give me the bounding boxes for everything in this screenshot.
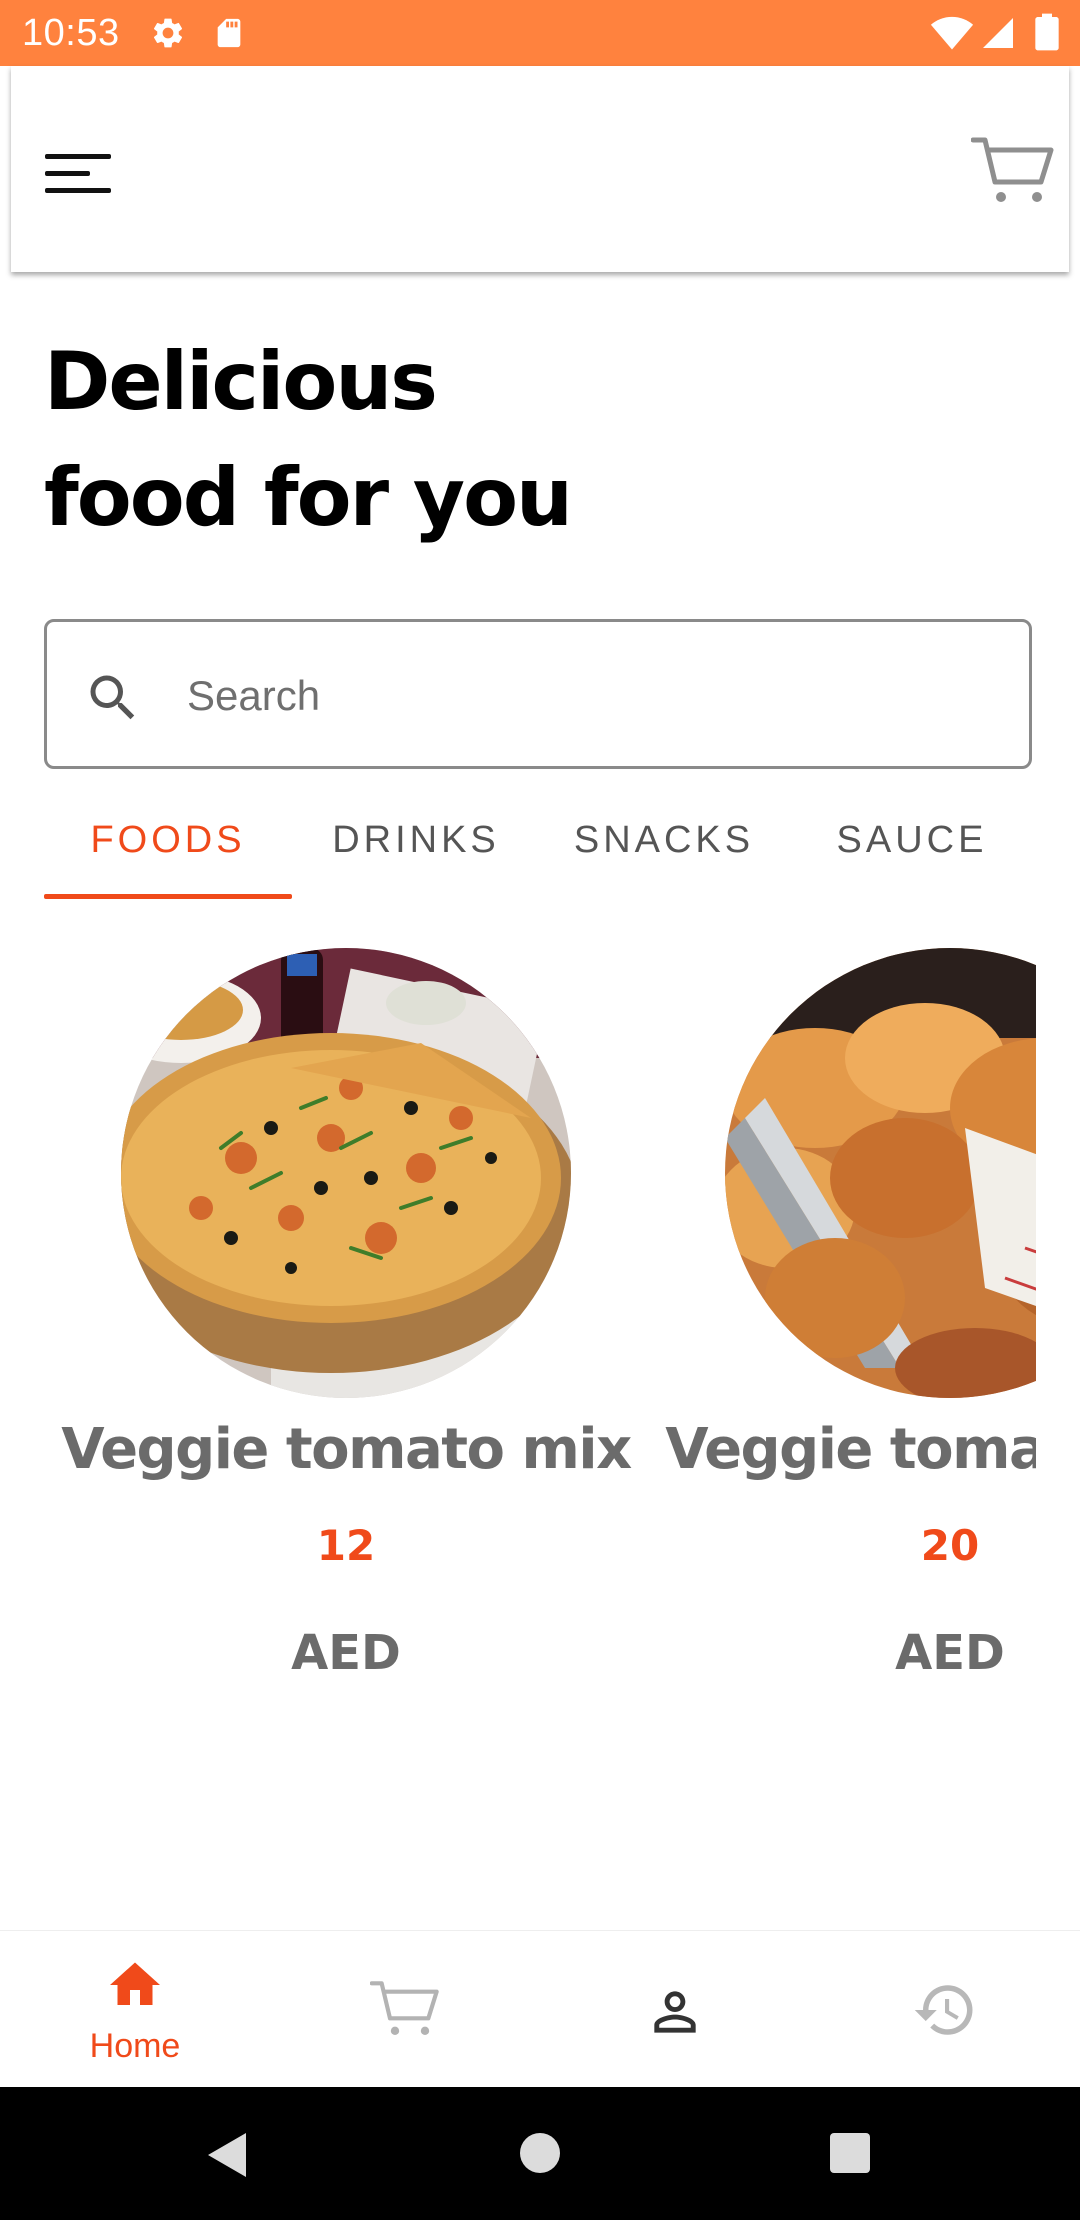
system-back-button[interactable]: [126, 2087, 326, 2220]
nav-profile[interactable]: [540, 1931, 810, 2088]
tab-snacks[interactable]: SNACKS: [540, 790, 788, 890]
active-tab-indicator: [44, 894, 292, 899]
profile-icon: [654, 1991, 696, 2033]
status-time: 10:53: [22, 12, 120, 54]
system-navigation-bar: [0, 2087, 1080, 2220]
fried-chicken-photo: [725, 948, 1036, 1398]
tab-sauce[interactable]: SAUCE: [788, 790, 1036, 890]
product-carousel[interactable]: Veggie tomato mix 12 AED Veggie toma 20 …: [44, 930, 1036, 1710]
nav-home-label: Home: [89, 2027, 181, 2065]
product-card[interactable]: Veggie tomato mix 20 AED: [648, 930, 1036, 1710]
battery-icon: [1035, 13, 1059, 51]
recents-square-icon: [830, 2133, 870, 2173]
page-title-line-2: food for you: [44, 451, 573, 544]
nav-history[interactable]: [810, 1931, 1080, 2088]
bottom-navigation: Home: [0, 1930, 1080, 2088]
signal-icon: [983, 18, 1013, 48]
sd-card-icon: [217, 18, 241, 48]
page-title: Delicious food for you: [44, 324, 944, 556]
tab-foods[interactable]: FOODS: [44, 790, 292, 890]
pizza-photo: [121, 948, 571, 1398]
product-name: Veggie tomato mix: [665, 1417, 1036, 1482]
history-icon: [914, 1985, 973, 2035]
home-icon: [110, 1962, 160, 2005]
shopping-cart-icon: [370, 1981, 439, 2035]
nav-cart[interactable]: [270, 1931, 540, 2088]
menu-button[interactable]: [43, 138, 133, 208]
status-bar: 10:53: [0, 0, 1080, 66]
page-title-line-1: Delicious: [44, 335, 438, 428]
product-price: 20: [920, 1521, 980, 1570]
product-currency: AED: [291, 1625, 401, 1681]
search-icon: [90, 675, 135, 720]
home-circle-icon: [520, 2133, 560, 2173]
system-home-button[interactable]: [440, 2087, 640, 2220]
tab-drinks[interactable]: DRINKS: [292, 790, 540, 890]
header-cart-button[interactable]: [970, 134, 1055, 210]
product-card[interactable]: Veggie tomato mix 12 AED: [44, 930, 644, 1710]
hamburger-menu-icon: [45, 154, 111, 193]
settings-icon: [153, 18, 183, 48]
shopping-cart-icon: [970, 137, 1054, 202]
search-input[interactable]: [187, 658, 987, 734]
wifi-icon: [930, 16, 974, 50]
nav-home[interactable]: Home: [0, 1931, 270, 2088]
back-icon: [208, 2133, 246, 2177]
product-price: 12: [316, 1521, 376, 1570]
product-name: Veggie tomato mix: [61, 1417, 632, 1482]
app-bar: [11, 66, 1069, 272]
category-tabs: FOODS DRINKS SNACKS SAUCE: [44, 790, 1044, 900]
search-box[interactable]: [44, 619, 1032, 769]
product-currency: AED: [895, 1625, 1005, 1681]
system-recents-button[interactable]: [750, 2087, 950, 2220]
